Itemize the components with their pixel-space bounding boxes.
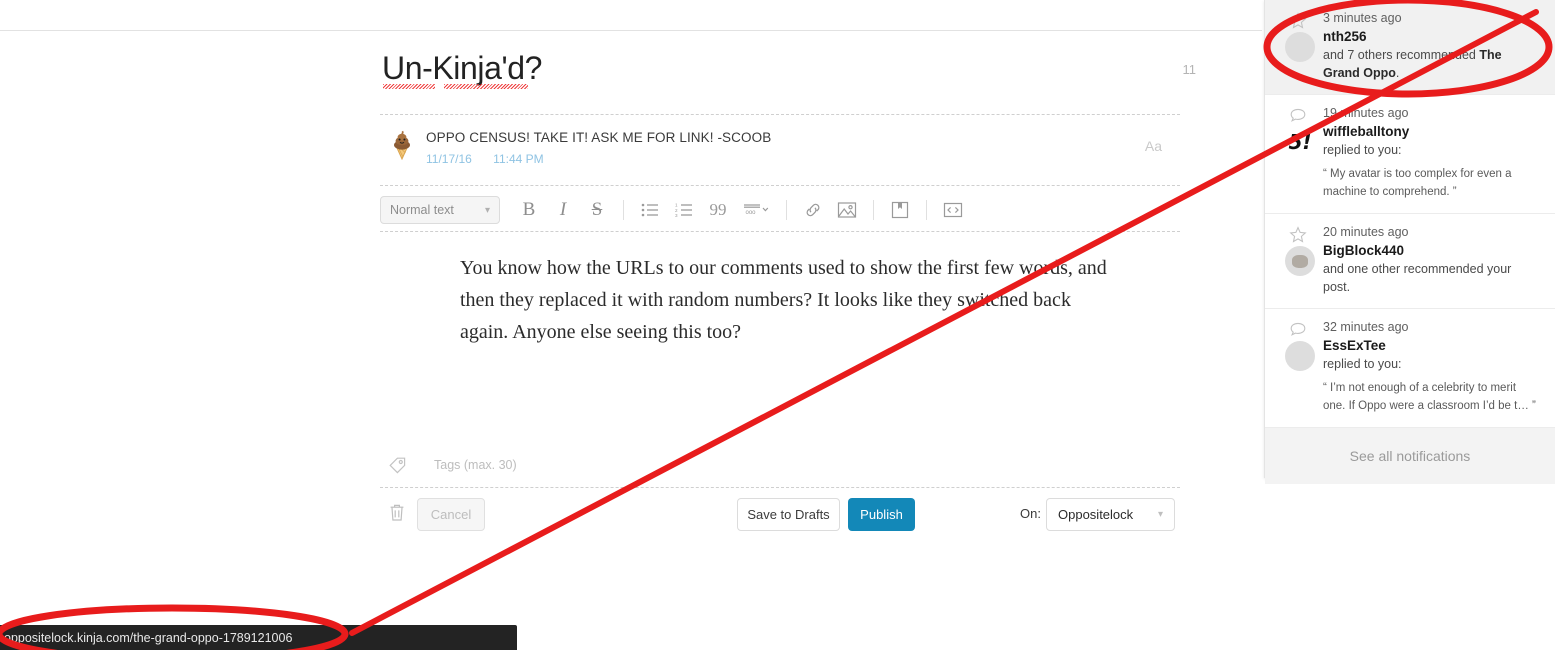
notification-user[interactable]: nth256 (1323, 27, 1541, 46)
notification-quote: “ My avatar is too complex for even a ma… (1323, 168, 1512, 198)
tags-placeholder: Tags (max. 30) (434, 458, 517, 472)
notification-body: 32 minutes ago EssExTee replied to you: … (1323, 319, 1541, 415)
notification-body: 19 minutes ago wiffleballtony replied to… (1323, 105, 1541, 201)
chevron-down-icon: ▾ (1157, 509, 1163, 520)
avatar[interactable]: 5! (1285, 127, 1315, 157)
star-icon (1289, 12, 1307, 30)
blog-label: On: (1020, 506, 1041, 521)
post-editor: Un-Kinja'd? 11 (380, 50, 1196, 91)
tags-row[interactable]: Tags (max. 30) (380, 448, 1180, 482)
divider-toolbar (380, 231, 1180, 232)
toolbar-divider (786, 200, 787, 220)
more-options-button[interactable]: ooo (735, 193, 777, 227)
notification-text: replied to you: (1323, 143, 1402, 157)
notification-icons: 5! (1275, 105, 1323, 201)
bulleted-list-button[interactable] (633, 193, 667, 227)
notification-body: 20 minutes ago BigBlock440 and one other… (1323, 224, 1541, 296)
divider-actions (380, 487, 1180, 488)
notification-text-before: and 7 others recommended (1323, 48, 1480, 62)
save-to-drafts-button[interactable]: Save to Drafts (737, 498, 840, 531)
notification-icons (1275, 224, 1323, 296)
italic-button[interactable]: I (546, 193, 580, 227)
blog-select-value: Oppositelock (1058, 507, 1134, 522)
comment-icon (1289, 321, 1307, 339)
status-url: oppositelock.kinja.com/the-grand-oppo-17… (4, 630, 293, 645)
text-size-button[interactable]: Aa (1145, 138, 1162, 154)
editor-actions: Cancel Save to Drafts Publish On: Opposi… (380, 495, 1180, 537)
notification-icons (1275, 10, 1323, 82)
character-count: 11 (1182, 62, 1197, 77)
svg-text:3: 3 (675, 213, 678, 218)
header-divider (0, 30, 1262, 31)
notification-item[interactable]: 3 minutes ago nth256 and 7 others recomm… (1265, 0, 1555, 95)
publish-button[interactable]: Publish (848, 498, 915, 531)
browser-status-bar: oppositelock.kinja.com/the-grand-oppo-17… (0, 625, 517, 650)
tag-icon (380, 457, 414, 474)
notification-user[interactable]: BigBlock440 (1323, 241, 1541, 260)
text-style-value: Normal text (390, 203, 454, 217)
strikethrough-button[interactable]: S (580, 193, 614, 227)
toolbar-divider (926, 200, 927, 220)
page-title[interactable]: Un-Kinja'd? (380, 50, 542, 91)
star-icon (1289, 226, 1307, 244)
spellcheck-squiggle (383, 84, 435, 89)
notification-icons (1275, 319, 1323, 415)
notification-item[interactable]: 20 minutes ago BigBlock440 and one other… (1265, 214, 1555, 309)
avatar[interactable] (1285, 246, 1315, 276)
page-root: Un-Kinja'd? 11 OPPO CENSUS! TAKE IT! ASK… (0, 0, 1555, 650)
post-byline: OPPO CENSUS! TAKE IT! ASK ME FOR LINK! -… (380, 126, 1180, 176)
embed-post-icon[interactable] (883, 193, 917, 227)
blockquote-button[interactable]: 99 (701, 193, 735, 227)
cancel-button[interactable]: Cancel (417, 498, 485, 531)
notification-time: 19 minutes ago (1323, 106, 1409, 120)
code-button[interactable] (936, 193, 970, 227)
editor-toolbar: Normal text ▾ B I S 1 2 3 99 ooo (380, 190, 1180, 230)
post-body-text[interactable]: You know how the URLs to our comments us… (460, 252, 1110, 348)
divider-byline (380, 185, 1180, 186)
notifications-panel: 3 minutes ago nth256 and 7 others recomm… (1264, 0, 1555, 484)
see-all-notifications-button[interactable]: See all notifications (1265, 428, 1555, 484)
bold-button[interactable]: B (512, 193, 546, 227)
five-logo-avatar: 5! (1285, 127, 1315, 157)
notification-time: 3 minutes ago (1323, 11, 1402, 25)
blog-select[interactable]: Oppositelock ▾ (1046, 498, 1175, 531)
notification-time: 20 minutes ago (1323, 225, 1409, 239)
chevron-down-icon: ▾ (484, 204, 490, 216)
image-icon[interactable] (830, 193, 864, 227)
byline-meta: 11/17/16 11:44 PM (426, 152, 562, 166)
notification-quote: “ I’m not enough of a celebrity to merit… (1323, 382, 1536, 412)
comment-icon (1289, 107, 1307, 125)
toolbar-divider (623, 200, 624, 220)
notification-text-after: . (1395, 66, 1400, 80)
trash-icon[interactable] (388, 503, 406, 527)
spellcheck-squiggle (444, 84, 528, 89)
notification-text: and one other recommended your post. (1323, 262, 1512, 294)
avatar[interactable] (1285, 32, 1315, 62)
notification-time: 32 minutes ago (1323, 320, 1409, 334)
notification-text: and 7 others recommended The Grand Oppo. (1323, 46, 1541, 82)
link-icon[interactable] (796, 193, 830, 227)
numbered-list-button[interactable]: 1 2 3 (667, 193, 701, 227)
post-date[interactable]: 11/17/16 (426, 152, 472, 166)
post-title-text: Un-Kinja'd? (382, 50, 543, 86)
divider-title (380, 114, 1180, 115)
svg-text:ooo: ooo (746, 210, 757, 216)
notification-text: replied to you: (1323, 357, 1402, 371)
text-style-select[interactable]: Normal text ▾ (380, 196, 500, 224)
byline-note: OPPO CENSUS! TAKE IT! ASK ME FOR LINK! -… (426, 130, 772, 145)
avatar[interactable] (1285, 341, 1315, 371)
notification-user[interactable]: EssExTee (1323, 336, 1541, 355)
notification-item[interactable]: 5! 19 minutes ago wiffleballtony replied… (1265, 95, 1555, 214)
notification-user[interactable]: wiffleballtony (1323, 122, 1541, 141)
notification-body: 3 minutes ago nth256 and 7 others recomm… (1323, 10, 1541, 82)
notification-item[interactable]: 32 minutes ago EssExTee replied to you: … (1265, 309, 1555, 428)
toolbar-divider (873, 200, 874, 220)
ice-cream-cone-icon (388, 130, 416, 161)
post-time[interactable]: 11:44 PM (493, 152, 543, 166)
